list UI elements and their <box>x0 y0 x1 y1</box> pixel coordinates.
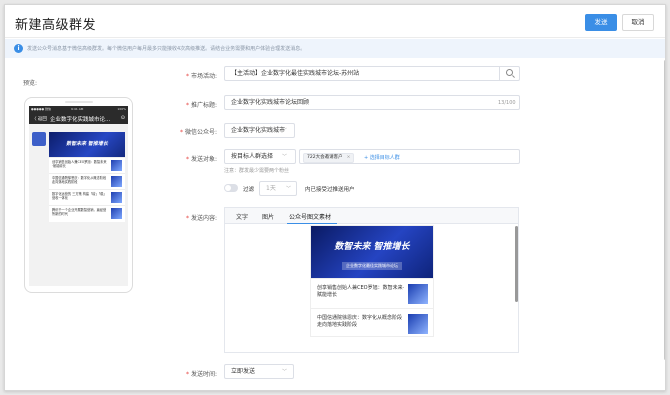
activity-field[interactable]: 【主活动】企业数字化最佳实践城市论坛-苏州站 <box>224 66 520 81</box>
active-tab-indicator <box>287 223 337 224</box>
activity-search-button[interactable] <box>499 66 519 81</box>
article-preview-card[interactable]: 数智未来 智推增长 企业数字化最佳实践城市论坛 创享销售创始人兼CEO罗旭：数智… <box>310 225 434 337</box>
chevron-down-icon: ﹀ <box>282 128 288 134</box>
app-window: 新建高级群发 发送 取消 i 发送公众号消息基于微信高级群发。每个微信用户每月最… <box>4 4 666 391</box>
chevron-down-icon: ﹀ <box>286 186 292 192</box>
list-item: 中国信通院徐恩庆：数字化从概念阶段走向落地实践阶段 <box>49 173 125 189</box>
list-item: 创享销售创始人兼CEO罗旭：数智未来·赋能增长 <box>49 157 125 173</box>
phone-navbar: 〈 返回 企业数字化实践城市论... ⊙ <box>29 113 128 124</box>
chevron-down-icon: ﹀ <box>282 154 288 160</box>
phone-preview: ●●●●● 微信 9:41 AM 100% 〈 返回 企业数字化实践城市论...… <box>24 97 133 293</box>
article-banner: 数智未来 智推增长 企业数字化最佳实践城市论坛 <box>311 226 433 278</box>
official-account-label: * 微信公众号: <box>179 129 217 136</box>
page-title: 新建高级群发 <box>15 18 97 33</box>
status-time: 9:41 AM <box>71 107 84 111</box>
target-group-tag[interactable]: 722大会邀请客户 × <box>303 153 355 163</box>
content-tabs: 文字 图片 公众号图文素材 <box>225 208 518 224</box>
send-button[interactable]: 发送 <box>585 14 617 31</box>
back-label: 〈 返回 <box>32 117 47 122</box>
phone-screen: ●●●●● 微信 9:41 AM 100% 〈 返回 企业数字化实践城市论...… <box>29 106 128 286</box>
filter-suffix: 内已接受过推送用户 <box>305 187 355 193</box>
notice-banner: i 发送公众号消息基于微信高级群发。每个微信用户每月最多只能接收4次高级推送。请… <box>5 39 665 58</box>
list-item: 数字化运营的 三方策 构建「增」「稳」营收一体化 <box>49 189 125 205</box>
thumbnail-image <box>408 284 428 304</box>
cancel-button[interactable]: 取消 <box>622 14 654 31</box>
info-icon: i <box>14 44 23 53</box>
filter-days-select[interactable]: 1天 <box>259 181 297 196</box>
search-icon <box>506 69 513 76</box>
filter-toggle[interactable] <box>224 184 238 192</box>
banner-title: 数智未来 智推增长 <box>334 242 410 252</box>
avatar <box>32 132 46 146</box>
article-row: 创享销售创始人兼CEO罗旭：数智未来·赋能增长 <box>311 278 433 308</box>
content-label: * 发送内容: <box>185 215 217 222</box>
thumbnail-image <box>111 208 122 219</box>
content-scrollbar[interactable] <box>515 226 518 302</box>
preview-message-card: 数智未来 智推增长 创享销售创始人兼CEO罗旭：数智未来·赋能增长 中国信通院徐… <box>49 132 125 222</box>
char-counter: 13/100 <box>498 100 516 106</box>
send-time-label: * 发送时间: <box>185 371 217 378</box>
preview-nav-title: 企业数字化实践城市论... <box>50 117 111 123</box>
list-item: 腾讯千一个企业开展数智营销，赢经营所新的时代 <box>49 205 125 221</box>
target-label: * 发送对象: <box>185 156 217 163</box>
phone-statusbar: ●●●●● 微信 9:41 AM 100% <box>29 106 128 113</box>
banner-subtitle: 企业数字化最佳实践城市论坛 <box>342 262 402 270</box>
promo-title-input[interactable]: 企业数字化实践城市论坛回顾 <box>224 95 520 110</box>
promo-title-label: * 推广标题: <box>185 102 217 109</box>
thumbnail-image <box>111 192 122 203</box>
menu-icon: ⊙ <box>120 115 125 121</box>
page-scrollbar[interactable] <box>664 60 665 360</box>
phone-speaker <box>65 101 93 103</box>
tab-image[interactable]: 图片 <box>262 212 274 221</box>
close-icon[interactable]: × <box>347 155 351 160</box>
tab-text[interactable]: 文字 <box>236 212 248 221</box>
page-header: 新建高级群发 发送 取消 <box>5 5 665 38</box>
chevron-down-icon: ﹀ <box>282 369 288 375</box>
notice-text: 发送公众号消息基于微信高级群发。每个微信用户每月最多只能接收4次高级推送。请结合… <box>27 46 306 52</box>
target-hint: 注意：群发最少需要两个粉丝 <box>224 168 290 174</box>
preview-label: 预览: <box>23 80 38 87</box>
preview-banner: 数智未来 智推增长 <box>49 132 125 157</box>
thumbnail-image <box>111 176 122 187</box>
status-signal: ●●●●● 微信 <box>31 107 52 111</box>
thumbnail-image <box>111 160 122 171</box>
filter-label: 过滤 <box>243 187 255 193</box>
activity-label: * 市场活动: <box>185 73 217 80</box>
thumbnail-image <box>408 314 428 334</box>
content-editor: 文字 图片 公众号图文素材 数智未来 智推增长 企业数字化最佳实践城市论坛 创享… <box>224 207 519 353</box>
status-battery: 100% <box>117 107 126 111</box>
article-row: 中国信通院徐恩庆：数字化从概念阶段走向落地实践阶段 <box>311 308 433 336</box>
tab-article[interactable]: 公众号图文素材 <box>289 212 331 221</box>
add-target-group-link[interactable]: + 选择目标人群 <box>364 154 400 161</box>
